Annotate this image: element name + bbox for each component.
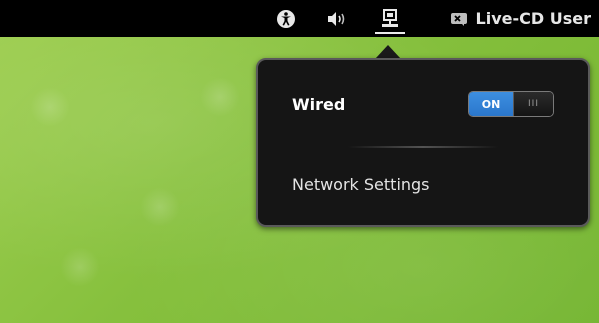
- wired-label: Wired: [292, 94, 346, 114]
- network-settings-item[interactable]: Network Settings: [292, 175, 430, 194]
- user-name-label: Live-CD User: [475, 9, 591, 28]
- user-menu[interactable]: Live-CD User: [450, 0, 591, 37]
- accessibility-icon: [277, 9, 295, 28]
- network-popup-menu: Wired ON III Network Settings: [256, 58, 590, 227]
- background-bokeh: [30, 87, 70, 127]
- wired-row[interactable]: Wired ON III: [292, 90, 554, 118]
- switch-knob[interactable]: III: [513, 92, 553, 116]
- switch-on-label: ON: [469, 92, 513, 116]
- popup-arrow: [375, 45, 401, 59]
- user-status-icon: [450, 12, 467, 26]
- wired-toggle-switch[interactable]: ON III: [468, 91, 554, 117]
- volume-menu[interactable]: [321, 0, 353, 37]
- network-menu[interactable]: [375, 0, 405, 37]
- volume-icon: [328, 11, 345, 26]
- accessibility-menu[interactable]: [271, 0, 301, 37]
- background-bokeh: [140, 187, 180, 227]
- top-panel: Live-CD User: [0, 0, 599, 37]
- menu-separator: [348, 146, 498, 148]
- background-bokeh: [60, 247, 100, 287]
- network-wired-icon: [382, 8, 398, 27]
- background-bokeh: [200, 77, 240, 117]
